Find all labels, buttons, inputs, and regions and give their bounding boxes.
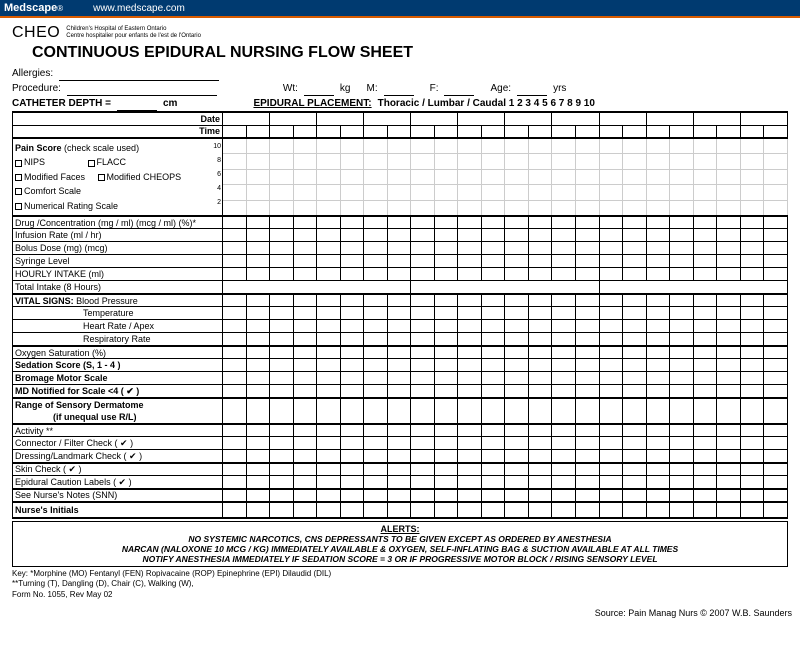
row-o2: Oxygen Saturation (%) bbox=[13, 346, 223, 359]
modfaces-checkbox[interactable] bbox=[15, 174, 22, 181]
row-dressing: Dressing/Landmark Check ( ✔ ) bbox=[13, 450, 223, 463]
key-section: Key: *Morphine (MO) Fentanyl (FEN) Ropiv… bbox=[12, 569, 788, 600]
logo-sub-fr: Centre hospitalier pour enfants de l'est… bbox=[66, 33, 201, 40]
logo-sub-en: Children's Hospital of Eastern Ontario bbox=[66, 26, 201, 33]
row-infusion: Infusion Rate (ml / hr) bbox=[13, 229, 223, 242]
logo: CHEO bbox=[12, 24, 60, 42]
page-title: CONTINUOUS EPIDURAL NURSING FLOW SHEET bbox=[32, 44, 788, 62]
row-mdnotified: MD Notified for Scale <4 ( ✔ ) bbox=[13, 385, 223, 398]
row-bolus: Bolus Dose (mg) (mcg) bbox=[13, 242, 223, 255]
alert-2: NARCAN (NALOXONE 10 MCG / KG) IMMEDIATEL… bbox=[17, 544, 783, 554]
row-total: Total Intake (8 Hours) bbox=[13, 281, 223, 294]
url: www.medscape.com bbox=[93, 3, 185, 14]
logo-row: CHEO Children's Hospital of Eastern Onta… bbox=[12, 24, 788, 42]
alert-1: NO SYSTEMIC NARCOTICS, CNS DEPRESSANTS T… bbox=[17, 534, 783, 544]
m-field[interactable] bbox=[384, 81, 414, 96]
catheter-field[interactable] bbox=[117, 96, 157, 111]
wt-field[interactable] bbox=[304, 81, 334, 96]
allergies-field[interactable] bbox=[59, 66, 219, 81]
procedure-label: Procedure: bbox=[12, 81, 61, 96]
placement-label: EPIDURAL PLACEMENT: bbox=[253, 96, 371, 111]
row-bromage: Bromage Motor Scale bbox=[13, 372, 223, 385]
allergies-label: Allergies: bbox=[12, 66, 53, 81]
age-label: Age: bbox=[490, 81, 511, 96]
row-initials: Nurse's Initials bbox=[13, 502, 223, 518]
row-hr: Heart Rate / Apex bbox=[13, 320, 223, 333]
age-field[interactable] bbox=[517, 81, 547, 96]
procedure-field[interactable] bbox=[67, 81, 217, 96]
row-sensory: Range of Sensory Dermatome bbox=[13, 398, 223, 411]
row-hourly: HOURLY INTAKE (ml) bbox=[13, 268, 223, 281]
key-2: **Turning (T), Dangling (D), Chair (C), … bbox=[12, 579, 788, 589]
placement-opts: Thoracic / Lumbar / Caudal 1 2 3 4 5 6 7… bbox=[378, 96, 595, 111]
row-caution: Epidural Caution Labels ( ✔ ) bbox=[13, 476, 223, 489]
row-activity: Activity ** bbox=[13, 424, 223, 437]
row-vitals: VITAL SIGNS: Blood Pressure bbox=[13, 294, 223, 307]
meta-section: Allergies: Procedure: Wt:kg M: F: Age:yr… bbox=[12, 66, 788, 111]
comfort-checkbox[interactable] bbox=[15, 188, 22, 195]
source-line: Source: Pain Manag Nurs © 2007 W.B. Saun… bbox=[0, 606, 800, 620]
flow-grid: Date Time Pain Score (check scale used) … bbox=[12, 111, 788, 519]
row-syringe: Syringe Level bbox=[13, 255, 223, 268]
numerical-checkbox[interactable] bbox=[15, 203, 22, 210]
row-notes: See Nurse's Notes (SNN) bbox=[13, 489, 223, 502]
row-temp: Temperature bbox=[13, 307, 223, 320]
time-label: Time bbox=[13, 125, 223, 138]
date-label: Date bbox=[13, 112, 223, 125]
f-field[interactable] bbox=[444, 81, 474, 96]
flow-sheet: CHEO Children's Hospital of Eastern Onta… bbox=[0, 18, 800, 604]
catheter-label: CATHETER DEPTH = bbox=[12, 96, 111, 111]
modcheops-checkbox[interactable] bbox=[98, 174, 105, 181]
row-drug: Drug /Concentration (mg / ml) (mcg / ml)… bbox=[13, 216, 223, 229]
key-3: Form No. 1055, Rev May 02 bbox=[12, 590, 788, 600]
row-sensory2: (if unequal use R/L) bbox=[13, 411, 223, 424]
alerts-header: ALERTS: bbox=[17, 524, 783, 534]
m-label: M: bbox=[366, 81, 377, 96]
topbar: Medscape® www.medscape.com bbox=[0, 0, 800, 18]
row-sedation: Sedation Score (S, 1 - 4 ) bbox=[13, 359, 223, 372]
row-connector: Connector / Filter Check ( ✔ ) bbox=[13, 437, 223, 450]
alerts-box: ALERTS: NO SYSTEMIC NARCOTICS, CNS DEPRE… bbox=[12, 521, 788, 567]
row-skin: Skin Check ( ✔ ) bbox=[13, 463, 223, 476]
nips-checkbox[interactable] bbox=[15, 160, 22, 167]
wt-label: Wt: bbox=[283, 81, 298, 96]
row-rr: Respiratory Rate bbox=[13, 333, 223, 346]
reg-mark: ® bbox=[57, 4, 63, 13]
f-label: F: bbox=[430, 81, 439, 96]
key-1: Key: *Morphine (MO) Fentanyl (FEN) Ropiv… bbox=[12, 569, 788, 579]
brand: Medscape bbox=[4, 2, 57, 14]
alert-3: NOTIFY ANESTHESIA IMMEDIATELY IF SEDATIO… bbox=[17, 554, 783, 564]
flacc-checkbox[interactable] bbox=[88, 160, 95, 167]
